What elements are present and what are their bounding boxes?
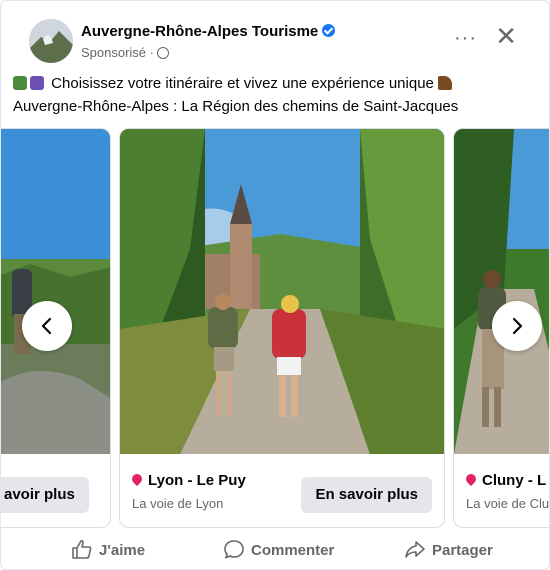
post-text-line-1: Choisissez votre itinéraire et vivez une… bbox=[13, 75, 455, 92]
slide-left-cta-button[interactable]: avoir plus bbox=[1, 477, 89, 513]
slide-center-title: Lyon - Le Puy bbox=[129, 471, 246, 489]
more-options-button[interactable]: ··· bbox=[454, 27, 477, 50]
page-name-text[interactable]: Auvergne-Rhône-Alpes Tourisme bbox=[81, 23, 318, 40]
share-button[interactable]: Partager bbox=[404, 539, 493, 559]
comment-button[interactable]: Commenter bbox=[223, 539, 334, 559]
page-avatar[interactable] bbox=[29, 19, 73, 63]
carousel-prev-button[interactable] bbox=[22, 301, 72, 351]
comment-label[interactable]: Commenter bbox=[251, 542, 334, 559]
share-arrow-icon bbox=[405, 541, 425, 558]
slide-right-footer: Cluny - L La voie de Clu bbox=[454, 454, 550, 527]
verified-badge-icon bbox=[322, 24, 336, 37]
location-pin-icon bbox=[129, 471, 145, 487]
backpack-emoji-icon bbox=[30, 76, 44, 90]
chevron-right-icon bbox=[512, 317, 523, 335]
sponsored-label: Sponsorisé · bbox=[81, 45, 169, 60]
slide-right-image bbox=[454, 129, 549, 454]
page-name[interactable]: Auvergne-Rhône-Alpes Tourisme bbox=[81, 23, 336, 40]
slide-center-footer: Lyon - Le Puy La voie de Lyon En savoir … bbox=[120, 454, 444, 527]
close-button[interactable]: ✕ bbox=[495, 21, 517, 51]
slide-right-title: Cluny - L bbox=[463, 471, 547, 489]
slide-right-subtitle: La voie de Clu bbox=[466, 496, 550, 511]
sponsored-text: Sponsorisé · bbox=[81, 45, 154, 60]
slide-center-subtitle: La voie de Lyon bbox=[132, 496, 224, 511]
slide-center-image bbox=[120, 129, 444, 454]
post-header: Auvergne-Rhône-Alpes Tourisme Sponsorisé… bbox=[29, 19, 529, 65]
thumbs-up-icon bbox=[72, 539, 92, 559]
hiking-boot-emoji-icon bbox=[438, 76, 453, 90]
carousel-slide-center[interactable]: Lyon - Le Puy La voie de Lyon En savoir … bbox=[119, 128, 445, 528]
post-text-1: Choisissez votre itinéraire et vivez une… bbox=[51, 75, 434, 92]
like-label[interactable]: J'aime bbox=[99, 542, 145, 559]
globe-icon bbox=[156, 47, 169, 59]
post-actions-bar: J'aime Commenter Partager bbox=[1, 531, 549, 569]
slide-center-cta-button[interactable]: En savoir plus bbox=[301, 477, 432, 513]
carousel: avoir plus Lyon - Le Puy La voie de Lyon… bbox=[1, 126, 550, 531]
slide-left-image bbox=[1, 129, 110, 454]
chevron-left-icon bbox=[41, 317, 52, 335]
slide-right-title-text: Cluny - L bbox=[482, 472, 547, 489]
location-pin-icon bbox=[463, 471, 479, 487]
sponsored-post-card: Auvergne-Rhône-Alpes Tourisme Sponsorisé… bbox=[0, 0, 550, 570]
slide-left-footer: avoir plus bbox=[1, 454, 110, 527]
share-label[interactable]: Partager bbox=[432, 542, 493, 559]
carousel-next-button[interactable] bbox=[492, 301, 542, 351]
like-button[interactable]: J'aime bbox=[71, 539, 145, 559]
landscape-emoji-icon bbox=[13, 76, 27, 90]
comment-bubble-icon bbox=[224, 540, 244, 559]
slide-center-title-text: Lyon - Le Puy bbox=[148, 472, 246, 489]
post-text-line-2: Auvergne-Rhône-Alpes : La Région des che… bbox=[13, 98, 459, 115]
